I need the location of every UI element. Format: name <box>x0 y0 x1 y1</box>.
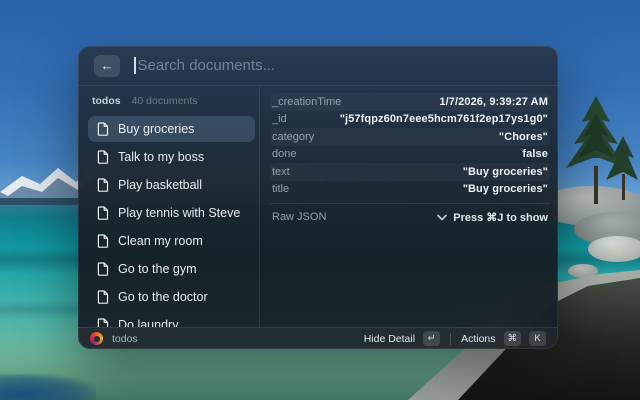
list-item-label: Do laundry <box>118 318 179 327</box>
list-header: todos 40 documents <box>88 93 255 116</box>
detail-rows-container: _creationTime 1/7/2026, 9:39:27 AM _id "… <box>270 93 550 198</box>
detail-key: category <box>272 130 315 143</box>
convex-logo-icon <box>90 332 103 345</box>
return-keycap[interactable]: ↵ <box>423 331 441 346</box>
detail-row: text "Buy groceries" <box>270 163 550 181</box>
detail-key: title <box>272 183 290 196</box>
document-icon <box>97 234 109 248</box>
list-item-label: Clean my room <box>118 234 203 248</box>
list-item[interactable]: Buy groceries <box>88 116 255 142</box>
deep-water-patch <box>0 374 96 400</box>
document-icon <box>97 206 109 220</box>
water-boulder <box>588 236 640 262</box>
list-item[interactable]: Play basketball <box>88 172 255 198</box>
panel-body: todos 40 documents Buy groceries Talk to… <box>78 86 558 327</box>
raw-json-label: Raw JSON <box>272 211 327 223</box>
command-keycap[interactable]: ⌘ <box>503 331 521 346</box>
back-button[interactable]: ← <box>94 54 120 77</box>
actions-button[interactable]: Actions <box>461 333 495 345</box>
list-item-label: Buy groceries <box>118 122 195 136</box>
list-item-label: Go to the doctor <box>118 290 208 304</box>
document-icon <box>97 290 109 304</box>
search-input[interactable] <box>135 57 542 74</box>
detail-value: "Buy groceries" <box>462 165 548 178</box>
detail-value: false <box>522 148 548 161</box>
document-icon <box>97 122 109 136</box>
detail-key: text <box>272 165 290 178</box>
detail-value: "Chores" <box>498 130 548 143</box>
raw-json-toggle[interactable]: Press ⌘J to show <box>437 211 548 224</box>
document-icon <box>97 262 109 276</box>
footer-actions: Hide Detail ↵ Actions ⌘ K <box>364 331 546 346</box>
detail-value: "j57fqpz60n7eee5hcm761f2ep17ys1g0" <box>339 113 548 126</box>
detail-row: category "Chores" <box>270 128 550 146</box>
list-item[interactable]: Play tennis with Steve <box>88 200 255 226</box>
collection-name: todos <box>92 95 121 107</box>
list-item-label: Play basketball <box>118 178 203 192</box>
list-item[interactable]: Do laundry <box>88 312 255 327</box>
document-list: todos 40 documents Buy groceries Talk to… <box>78 86 260 327</box>
detail-value: "Buy groceries" <box>462 183 548 196</box>
detail-value: 1/7/2026, 9:39:27 AM <box>439 95 548 108</box>
list-item[interactable]: Talk to my boss <box>88 144 255 170</box>
footer-app-name: todos <box>112 332 138 345</box>
raw-json-hint: Press ⌘J to show <box>453 211 548 224</box>
detail-panel: _creationTime 1/7/2026, 9:39:27 AM _id "… <box>260 86 558 327</box>
command-palette: ← todos 40 documents Buy groceries <box>78 46 558 349</box>
list-item-label: Play tennis with Steve <box>118 206 241 220</box>
raw-json-row[interactable]: Raw JSON Press ⌘J to show <box>270 204 550 230</box>
detail-key: _creationTime <box>272 95 342 108</box>
detail-key: done <box>272 148 297 161</box>
list-item[interactable]: Clean my room <box>88 228 255 254</box>
detail-key: _id <box>272 113 287 126</box>
footer-divider <box>450 332 452 345</box>
list-item[interactable]: Go to the gym <box>88 256 255 282</box>
arrow-left-icon: ← <box>100 58 114 73</box>
k-keycap[interactable]: K <box>529 331 546 346</box>
footer-bar: todos Hide Detail ↵ Actions ⌘ K <box>78 327 558 349</box>
detail-row: title "Buy groceries" <box>270 181 550 199</box>
document-icon <box>97 150 109 164</box>
list-item-label: Talk to my boss <box>118 150 205 164</box>
chevron-down-icon <box>437 214 448 220</box>
list-items-container: Buy groceries Talk to my boss Play baske… <box>88 116 255 327</box>
document-icon <box>97 178 109 192</box>
detail-row: _id "j57fqpz60n7eee5hcm761f2ep17ys1g0" <box>270 111 550 129</box>
list-item[interactable]: Go to the doctor <box>88 284 255 310</box>
list-item-label: Go to the gym <box>118 262 197 276</box>
detail-row: done false <box>270 146 550 164</box>
document-count: 40 documents <box>131 95 198 107</box>
document-icon <box>97 318 109 327</box>
search-bar: ← <box>78 46 558 86</box>
pine-trees <box>566 96 638 204</box>
detail-row: _creationTime 1/7/2026, 9:39:27 AM <box>270 93 550 111</box>
hide-detail-button[interactable]: Hide Detail <box>364 333 415 345</box>
